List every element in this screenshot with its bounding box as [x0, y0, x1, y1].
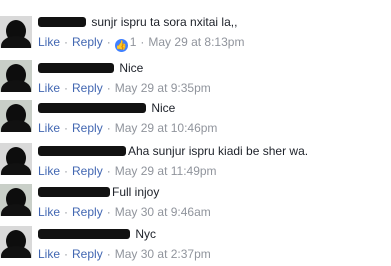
comment-text: Nice — [151, 101, 176, 115]
comment-text: Aha sunjur ispru kiadi be sher wa. — [128, 144, 309, 158]
avatar[interactable] — [0, 184, 32, 216]
timestamp[interactable]: May 29 at 9:35pm — [115, 81, 211, 95]
comment-body: Nice — [38, 60, 143, 76]
comment-item: Aha sunjur ispru kiadi be sher wa. Like ·… — [0, 143, 391, 183]
like-link[interactable]: Like — [38, 164, 60, 178]
comment-text: Nyc — [135, 227, 157, 241]
comment-body: Aha sunjur ispru kiadi be sher wa. — [38, 143, 308, 159]
comment-actions: Like · Reply · May 29 at 9:35pm — [38, 81, 211, 95]
avatar[interactable] — [0, 100, 32, 132]
timestamp[interactable]: May 29 at 10:46pm — [115, 121, 218, 135]
comment-text: sunjr ispru ta sora nxitai la,, — [91, 15, 238, 29]
redacted-author-name[interactable] — [38, 103, 146, 113]
reply-link[interactable]: Reply — [72, 205, 103, 219]
comment-item: Nice Like · Reply · May 29 at 9:35pm — [0, 60, 391, 100]
reaction-count[interactable]: 👍 1 — [114, 35, 136, 52]
comment-body: Nyc — [38, 226, 156, 242]
redacted-author-name[interactable] — [38, 17, 86, 27]
timestamp[interactable]: May 30 at 2:37pm — [115, 247, 211, 261]
timestamp[interactable]: May 30 at 9:46am — [115, 205, 211, 219]
comment-body: sunjr ispru ta sora nxitai la,, — [38, 14, 237, 30]
redacted-author-name[interactable] — [38, 63, 114, 73]
comment-actions: Like · Reply · May 29 at 10:46pm — [38, 121, 218, 135]
redacted-author-name[interactable] — [38, 146, 126, 156]
comment-item: sunjr ispru ta sora nxitai la,, Like · Rep… — [0, 14, 391, 54]
reply-link[interactable]: Reply — [72, 164, 103, 178]
like-link[interactable]: Like — [38, 205, 60, 219]
thumbs-up-icon: 👍 — [114, 39, 128, 52]
reply-link[interactable]: Reply — [72, 247, 103, 261]
comment-actions: Like · Reply · May 30 at 9:46am — [38, 205, 211, 219]
timestamp[interactable]: May 29 at 8:13pm — [148, 35, 244, 49]
redacted-author-name[interactable] — [38, 229, 130, 239]
comment-actions: Like · Reply · 👍 1 · May 29 at 8:13pm — [38, 35, 245, 52]
reply-link[interactable]: Reply — [72, 121, 103, 135]
comment-actions: Like · Reply · May 29 at 11:49pm — [38, 164, 217, 178]
redacted-author-name[interactable] — [38, 187, 110, 197]
comment-item: Full injoy Like · Reply · May 30 at 9:46am — [0, 184, 391, 224]
avatar[interactable] — [0, 143, 32, 175]
timestamp[interactable]: May 29 at 11:49pm — [115, 164, 217, 178]
comment-actions: Like · Reply · May 30 at 2:37pm — [38, 247, 211, 261]
reply-link[interactable]: Reply — [72, 35, 103, 49]
like-link[interactable]: Like — [38, 81, 60, 95]
comment-text: Nice — [119, 61, 144, 75]
like-link[interactable]: Like — [38, 121, 60, 135]
comment-item: Nyc Like · Reply · May 30 at 2:37pm — [0, 226, 391, 266]
avatar[interactable] — [0, 226, 32, 258]
like-link[interactable]: Like — [38, 35, 60, 49]
like-link[interactable]: Like — [38, 247, 60, 261]
comment-body: Full injoy — [38, 184, 159, 200]
comment-item: Nice Like · Reply · May 29 at 10:46pm — [0, 100, 391, 140]
comment-text: Full injoy — [112, 185, 160, 199]
reply-link[interactable]: Reply — [72, 81, 103, 95]
avatar[interactable] — [0, 60, 32, 92]
avatar[interactable] — [0, 16, 32, 48]
comment-body: Nice — [38, 100, 175, 116]
